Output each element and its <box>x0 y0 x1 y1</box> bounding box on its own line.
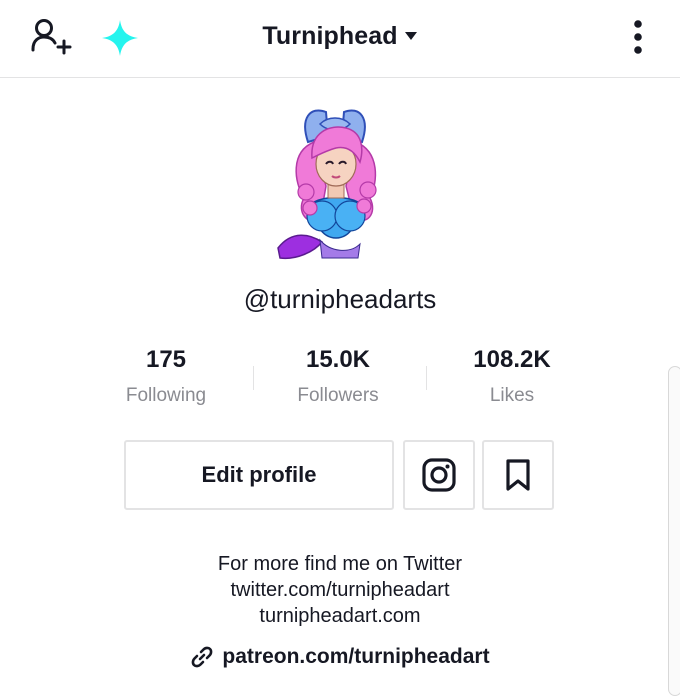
more-vertical-icon <box>634 20 642 54</box>
scrollbar[interactable] <box>668 366 680 696</box>
stat-value: 108.2K <box>473 346 551 373</box>
edit-profile-button[interactable]: Edit profile <box>124 440 394 510</box>
instagram-button[interactable] <box>403 440 475 510</box>
stat-label: Following <box>125 385 207 406</box>
bio: For more find me on Twitter twitter.com/… <box>0 551 680 629</box>
more-options-button[interactable] <box>620 14 656 60</box>
bio-line: For more find me on Twitter <box>217 553 463 575</box>
stat-label: Likes <box>489 385 535 406</box>
stat-value: 175 <box>145 346 187 373</box>
stat-value: 15.0K <box>305 346 371 373</box>
instagram-icon <box>422 458 456 492</box>
link-icon <box>192 646 213 668</box>
top-bar: Turniphead <box>0 0 680 78</box>
stat-following[interactable]: 175 Following <box>86 344 246 408</box>
link-text: patreon.com/turnipheadart <box>222 645 490 668</box>
bio-link[interactable]: patreon.com/turnipheadart <box>0 645 680 669</box>
page-title: Turniphead <box>262 21 398 50</box>
stat-label: Followers <box>297 385 379 406</box>
stat-likes[interactable]: 108.2K Likes <box>432 344 592 408</box>
bio-line: turnipheadart.com <box>259 605 421 627</box>
username: @turnipheadarts <box>243 284 437 314</box>
stat-followers[interactable]: 15.0K Followers <box>258 344 418 408</box>
bookmark-icon <box>506 459 530 491</box>
avatar[interactable] <box>270 102 400 264</box>
stat-divider <box>426 366 427 390</box>
bio-line: twitter.com/turnipheadart <box>230 579 450 601</box>
profile-stats: 175 Following 15.0K Followers 108.2K Lik… <box>80 344 600 414</box>
account-switcher[interactable]: Turniphead <box>0 18 680 54</box>
favorites-button[interactable] <box>482 440 554 510</box>
stat-divider <box>253 366 254 390</box>
caret-down-icon <box>404 32 417 40</box>
